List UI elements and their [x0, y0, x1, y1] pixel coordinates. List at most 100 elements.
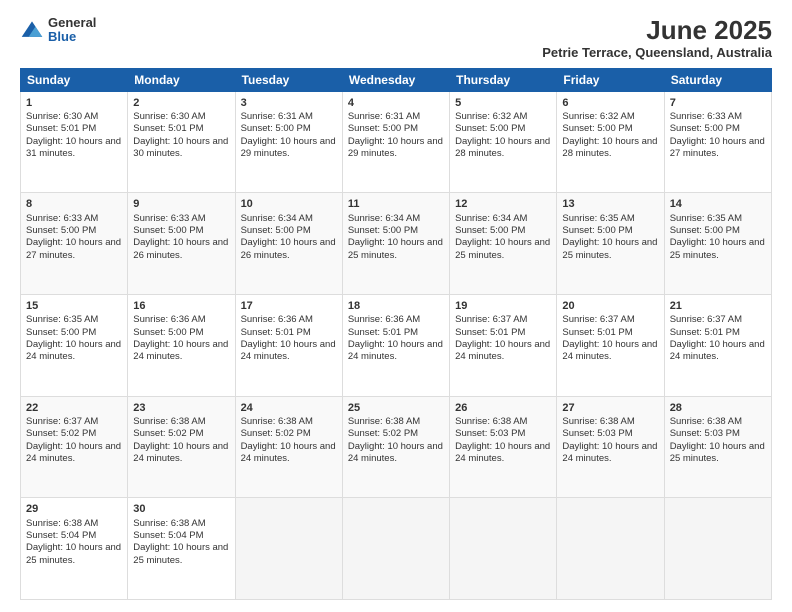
sunset-text: Sunset: 5:00 PM — [26, 327, 96, 338]
calendar-week-2: 8 Sunrise: 6:33 AM Sunset: 5:00 PM Daylight… — [21, 193, 772, 295]
day-number: 16 — [133, 299, 229, 313]
calendar-title: June 2025 — [542, 16, 772, 45]
table-row: 20Sunrise: 6:37 AMSunset: 5:01 PMDayligh… — [557, 294, 664, 396]
sunset-text: Sunset: 5:03 PM — [670, 428, 740, 439]
day-number: 23 — [133, 401, 229, 415]
sunset-text: Sunset: 5:02 PM — [348, 428, 418, 439]
table-row — [450, 498, 557, 600]
day-number: 1 — [26, 96, 122, 110]
daylight-text: Daylight: 10 hours and 24 minutes. — [562, 441, 657, 464]
day-number: 28 — [670, 401, 766, 415]
sunset-text: Sunset: 5:02 PM — [26, 428, 96, 439]
sunrise-text: Sunrise: 6:33 AM — [670, 111, 742, 122]
header: General Blue June 2025 Petrie Terrace, Q… — [20, 16, 772, 60]
sunset-text: Sunset: 5:00 PM — [562, 225, 632, 236]
daylight-text: Daylight: 10 hours and 24 minutes. — [26, 441, 121, 464]
sunset-text: Sunset: 5:01 PM — [241, 327, 311, 338]
sunset-text: Sunset: 5:01 PM — [26, 123, 96, 134]
table-row: 27Sunrise: 6:38 AMSunset: 5:03 PMDayligh… — [557, 396, 664, 498]
table-row: 3Sunrise: 6:31 AMSunset: 5:00 PMDaylight… — [235, 91, 342, 193]
table-row: 19Sunrise: 6:37 AM Sunset: 5:01 PMDayligh… — [450, 294, 557, 396]
day-number: 10 — [241, 197, 337, 211]
col-saturday: Saturday — [664, 68, 771, 91]
sunset-text: Sunset: 5:01 PM — [562, 327, 632, 338]
sunset-text: Sunset: 5:01 PM — [455, 327, 525, 338]
day-number: 25 — [348, 401, 444, 415]
table-row: 4Sunrise: 6:31 AMSunset: 5:00 PMDaylight… — [342, 91, 449, 193]
title-block: June 2025 Petrie Terrace, Queensland, Au… — [542, 16, 772, 60]
day-number: 19 — [455, 299, 551, 313]
daylight-text: Daylight: 10 hours and 27 minutes. — [670, 136, 765, 159]
calendar-week-4: 22Sunrise: 6:37 AMSunset: 5:02 PMDayligh… — [21, 396, 772, 498]
table-row: 26Sunrise: 6:38 AMSunset: 5:03 PMDayligh… — [450, 396, 557, 498]
sunset-text: Sunset: 5:00 PM — [241, 225, 311, 236]
calendar-subtitle: Petrie Terrace, Queensland, Australia — [542, 45, 772, 60]
table-row: 25Sunrise: 6:38 AMSunset: 5:02 PMDayligh… — [342, 396, 449, 498]
table-row — [342, 498, 449, 600]
daylight-text: Daylight: 10 hours and 24 minutes. — [670, 339, 765, 362]
table-row: 12Sunrise: 6:34 AMSunset: 5:00 PMDayligh… — [450, 193, 557, 295]
sunrise-text: Sunrise: 6:35 AM — [26, 314, 98, 325]
day-number: 17 — [241, 299, 337, 313]
col-monday: Monday — [128, 68, 235, 91]
table-row: 23Sunrise: 6:38 AMSunset: 5:02 PMDayligh… — [128, 396, 235, 498]
table-row: 5Sunrise: 6:32 AMSunset: 5:00 PMDaylight… — [450, 91, 557, 193]
daylight-text: Daylight: 10 hours and 24 minutes. — [562, 339, 657, 362]
sunrise-text: Sunrise: 6:38 AM — [670, 416, 742, 427]
sunrise-text: Sunrise: 6:32 AM — [562, 111, 634, 122]
sunrise-text: Sunrise: 6:31 AM — [241, 111, 313, 122]
table-row — [235, 498, 342, 600]
daylight-text: Daylight: 10 hours and 28 minutes. — [455, 136, 550, 159]
sunrise-text: Sunrise: 6:34 AM — [348, 213, 420, 224]
day-number: 27 — [562, 401, 658, 415]
sunrise-text: Sunrise: 6:33 AM — [133, 213, 205, 224]
sunrise-text: Sunrise: 6:34 AM — [241, 213, 313, 224]
daylight-text: Daylight: 10 hours and 27 minutes. — [26, 237, 121, 260]
day-number: 30 — [133, 502, 229, 516]
table-row: 15Sunrise: 6:35 AMSunset: 5:00 PMDayligh… — [21, 294, 128, 396]
daylight-text: Daylight: 10 hours and 24 minutes. — [241, 441, 336, 464]
table-row: 28Sunrise: 6:38 AMSunset: 5:03 PM Dayligh… — [664, 396, 771, 498]
sunset-text: Sunset: 5:00 PM — [670, 225, 740, 236]
calendar-week-5: 29Sunrise: 6:38 AMSunset: 5:04 PMDayligh… — [21, 498, 772, 600]
sunset-text: Sunset: 5:03 PM — [455, 428, 525, 439]
col-wednesday: Wednesday — [342, 68, 449, 91]
table-row: 29Sunrise: 6:38 AMSunset: 5:04 PMDayligh… — [21, 498, 128, 600]
logo: General Blue — [20, 16, 96, 45]
daylight-text: Daylight: 10 hours and 28 minutes. — [562, 136, 657, 159]
table-row: 9Sunrise: 6:33 AMSunset: 5:00 PMDaylight… — [128, 193, 235, 295]
sunrise-text: Sunrise: 6:38 AM — [241, 416, 313, 427]
daylight-text: Daylight: 10 hours and 24 minutes. — [348, 441, 443, 464]
sunrise-text: Sunrise: 6:37 AM — [26, 416, 98, 427]
daylight-text: Daylight: 10 hours and 25 minutes. — [670, 441, 765, 464]
table-row: 7Sunrise: 6:33 AMSunset: 5:00 PMDaylight… — [664, 91, 771, 193]
sunrise-text: Sunrise: 6:32 AM — [455, 111, 527, 122]
sunset-text: Sunset: 5:02 PM — [241, 428, 311, 439]
day-number: 20 — [562, 299, 658, 313]
sunrise-text: Sunrise: 6:36 AM — [348, 314, 420, 325]
day-number: 7 — [670, 96, 766, 110]
sunrise-text: Sunrise: 6:38 AM — [26, 518, 98, 529]
sunset-text: Sunset: 5:00 PM — [455, 123, 525, 134]
col-tuesday: Tuesday — [235, 68, 342, 91]
sunrise-text: Sunrise: 6:31 AM — [348, 111, 420, 122]
table-row: 16Sunrise: 6:36 AMSunset: 5:00 PMDayligh… — [128, 294, 235, 396]
daylight-text: Daylight: 10 hours and 24 minutes. — [455, 339, 550, 362]
sunset-text: Sunset: 5:01 PM — [670, 327, 740, 338]
sunrise-text: Sunrise: 6:36 AM — [241, 314, 313, 325]
day-number: 14 — [670, 197, 766, 211]
sunset-text: Sunset: 5:02 PM — [133, 428, 203, 439]
table-row: 14Sunrise: 6:35 AMSunset: 5:00 PMDayligh… — [664, 193, 771, 295]
daylight-text: Daylight: 10 hours and 25 minutes. — [133, 542, 228, 565]
day-number: 8 — [26, 197, 122, 211]
daylight-text: Daylight: 10 hours and 24 minutes. — [455, 441, 550, 464]
sunrise-text: Sunrise: 6:38 AM — [455, 416, 527, 427]
sunset-text: Sunset: 5:00 PM — [348, 225, 418, 236]
daylight-text: Daylight: 10 hours and 25 minutes. — [26, 542, 121, 565]
logo-icon — [20, 18, 44, 42]
daylight-text: Daylight: 10 hours and 24 minutes. — [133, 339, 228, 362]
sunset-text: Sunset: 5:00 PM — [348, 123, 418, 134]
day-number: 29 — [26, 502, 122, 516]
table-row — [557, 498, 664, 600]
sunrise-text: Sunrise: 6:37 AM — [455, 314, 527, 325]
